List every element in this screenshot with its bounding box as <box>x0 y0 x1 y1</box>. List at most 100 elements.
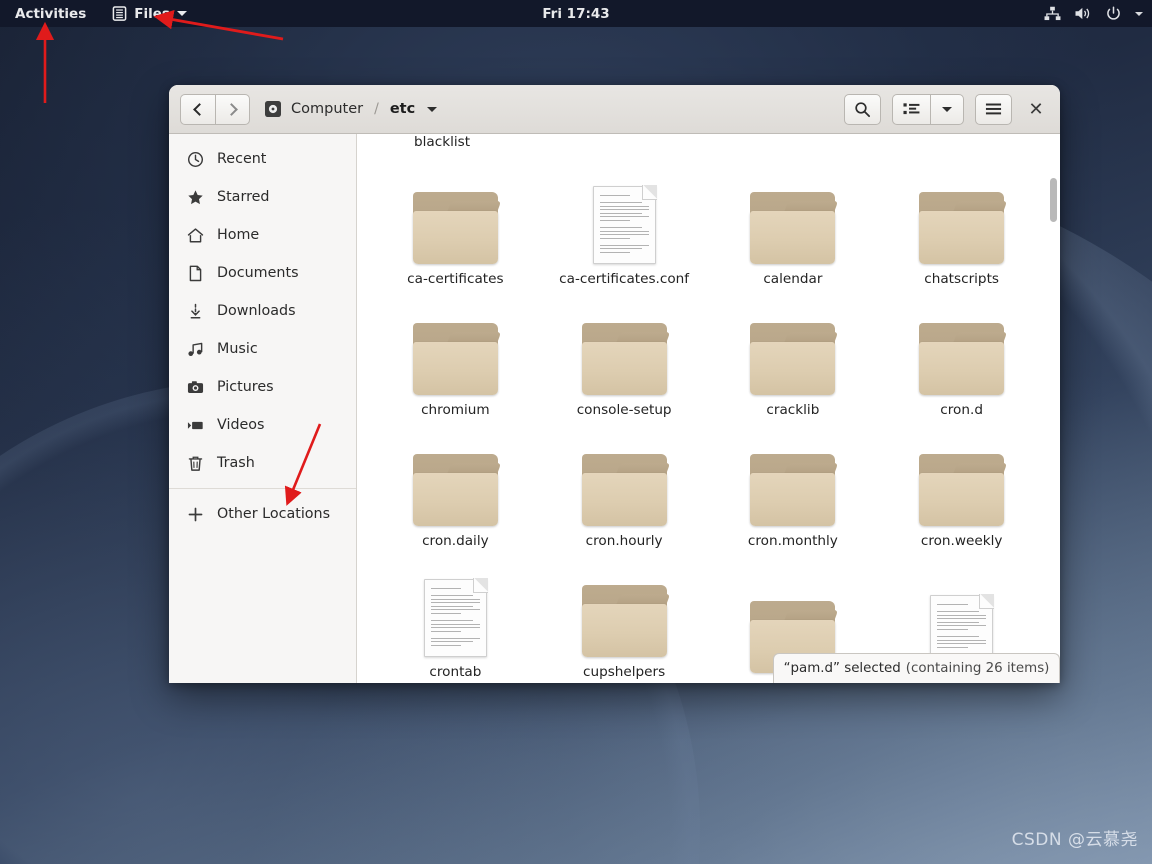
file-label: cron.hourly <box>585 533 663 549</box>
files-window: Computer / etc ✕ Recent Starred Home Doc… <box>169 85 1060 683</box>
file-item-chatscripts[interactable]: chatscripts <box>877 156 1046 287</box>
file-item-cron-daily[interactable]: cron.daily <box>371 418 540 549</box>
document-icon <box>592 185 657 264</box>
window-body: Recent Starred Home Documents Downloads … <box>169 134 1060 683</box>
files-app-icon <box>112 6 127 21</box>
star-icon <box>187 189 204 206</box>
file-item-cron-hourly[interactable]: cron.hourly <box>540 418 709 549</box>
sidebar-item-trash[interactable]: Trash <box>169 444 356 482</box>
file-item-ca-certificates-conf[interactable]: ca-certificates.conf <box>540 156 709 287</box>
file-item-cron-d[interactable]: cron.d <box>877 287 1046 418</box>
sidebar-divider <box>169 488 356 489</box>
file-item-chromium[interactable]: chromium <box>371 287 540 418</box>
folder-icon <box>412 192 502 264</box>
sidebar-item-videos[interactable]: Videos <box>169 406 356 444</box>
file-label: console-setup <box>576 402 672 418</box>
forward-button[interactable] <box>215 93 250 125</box>
status-indicators[interactable] <box>1044 0 1143 27</box>
computer-disk-icon <box>264 100 282 118</box>
chevron-down-icon <box>942 106 952 112</box>
watermark: CSDN @云慕尧 <box>1011 830 1138 850</box>
sidebar-item-label: Other Locations <box>217 506 331 522</box>
close-icon: ✕ <box>1028 98 1044 120</box>
list-view-icon <box>903 102 920 116</box>
chevron-down-icon[interactable] <box>427 106 438 112</box>
folder-icon <box>750 454 839 526</box>
file-label: chatscripts <box>924 271 999 287</box>
app-menu-label: Files <box>134 5 170 22</box>
file-label: ca-certificates.conf <box>559 271 690 287</box>
sidebar-item-label: Recent <box>217 151 267 167</box>
document-icon <box>423 578 488 657</box>
status-bar: “pam.d” selected (containing 26 items) <box>773 653 1060 683</box>
file-item-cupshelpers[interactable]: cupshelpers <box>540 549 709 680</box>
sidebar-item-label: Downloads <box>217 303 296 319</box>
network-icon <box>1044 6 1061 21</box>
folder-icon <box>412 454 502 526</box>
file-row: ca-certificates ca-certificates.conf cal… <box>371 156 1046 287</box>
sidebar-item-pictures[interactable]: Pictures <box>169 368 356 406</box>
vertical-scrollbar[interactable] <box>1050 178 1057 222</box>
file-row: cron.daily cron.hourly cron.monthly cron… <box>371 418 1046 549</box>
activities-button[interactable]: Activities <box>10 3 91 25</box>
file-label: ca-certificates <box>407 271 504 287</box>
file-item-cracklib[interactable]: cracklib <box>709 287 878 418</box>
download-icon <box>187 303 204 320</box>
view-mode-control <box>892 93 964 125</box>
file-grid-view[interactable]: blacklist ca-certificates ca-certificate… <box>357 134 1060 683</box>
sidebar-item-label: Documents <box>217 265 299 281</box>
breadcrumb-current[interactable]: etc <box>390 101 415 117</box>
document-icon <box>187 265 204 282</box>
sidebar-item-music[interactable]: Music <box>169 330 356 368</box>
close-window-button[interactable]: ✕ <box>1023 96 1049 122</box>
sidebar-item-label: Pictures <box>217 379 274 395</box>
chevron-down-icon <box>176 11 187 16</box>
sidebar-item-label: Trash <box>217 455 255 471</box>
file-item-cron-weekly[interactable]: cron.weekly <box>877 418 1046 549</box>
file-item-cron-monthly[interactable]: cron.monthly <box>709 418 878 549</box>
search-icon <box>854 101 871 118</box>
file-item-console-setup[interactable]: console-setup <box>540 287 709 418</box>
folder-icon <box>750 323 839 395</box>
file-item-crontab[interactable]: crontab <box>371 549 540 680</box>
chevron-down-icon <box>1135 11 1143 16</box>
sidebar-item-starred[interactable]: Starred <box>169 178 356 216</box>
window-header-bar: Computer / etc ✕ <box>169 85 1060 134</box>
file-label: cron.d <box>940 402 983 418</box>
sidebar-item-recent[interactable]: Recent <box>169 140 356 178</box>
breadcrumb-root[interactable]: Computer <box>291 101 363 117</box>
sidebar-item-label: Videos <box>217 417 265 433</box>
folder-icon <box>919 192 1008 264</box>
sidebar-item-documents[interactable]: Documents <box>169 254 356 292</box>
video-icon <box>187 417 204 434</box>
file-label: crontab <box>429 664 482 680</box>
sidebar-item-label: Music <box>217 341 258 357</box>
file-row: chromium console-setup cracklib cron.d <box>371 287 1046 418</box>
clipped-item-label: blacklist <box>357 134 1060 154</box>
search-button[interactable] <box>844 93 881 125</box>
app-menu-button[interactable]: Files <box>107 3 192 25</box>
home-icon <box>187 227 204 244</box>
sidebar-item-other-locations[interactable]: Other Locations <box>169 495 356 533</box>
clipped-label-text: blacklist <box>414 134 471 150</box>
sidebar-item-downloads[interactable]: Downloads <box>169 292 356 330</box>
file-item-ca-certificates[interactable]: ca-certificates <box>371 156 540 287</box>
sidebar-item-home[interactable]: Home <box>169 216 356 254</box>
gnome-top-bar: Activities Files Fri 17:43 <box>0 0 1152 27</box>
view-dropdown-button[interactable] <box>930 93 964 125</box>
folder-icon <box>581 323 670 395</box>
volume-icon <box>1074 6 1092 21</box>
status-selection: “pam.d” selected <box>783 661 901 676</box>
places-sidebar: Recent Starred Home Documents Downloads … <box>169 134 357 683</box>
file-label: cron.weekly <box>920 533 1003 549</box>
file-item-calendar[interactable]: calendar <box>709 156 878 287</box>
file-label: cupshelpers <box>583 664 666 680</box>
main-menu-button[interactable] <box>975 93 1012 125</box>
back-button[interactable] <box>180 93 215 125</box>
plus-icon <box>187 506 204 523</box>
chevron-left-icon <box>193 102 206 116</box>
list-view-button[interactable] <box>892 93 930 125</box>
sidebar-item-label: Home <box>217 227 260 243</box>
chevron-right-icon <box>224 102 238 116</box>
folder-icon <box>750 192 839 264</box>
